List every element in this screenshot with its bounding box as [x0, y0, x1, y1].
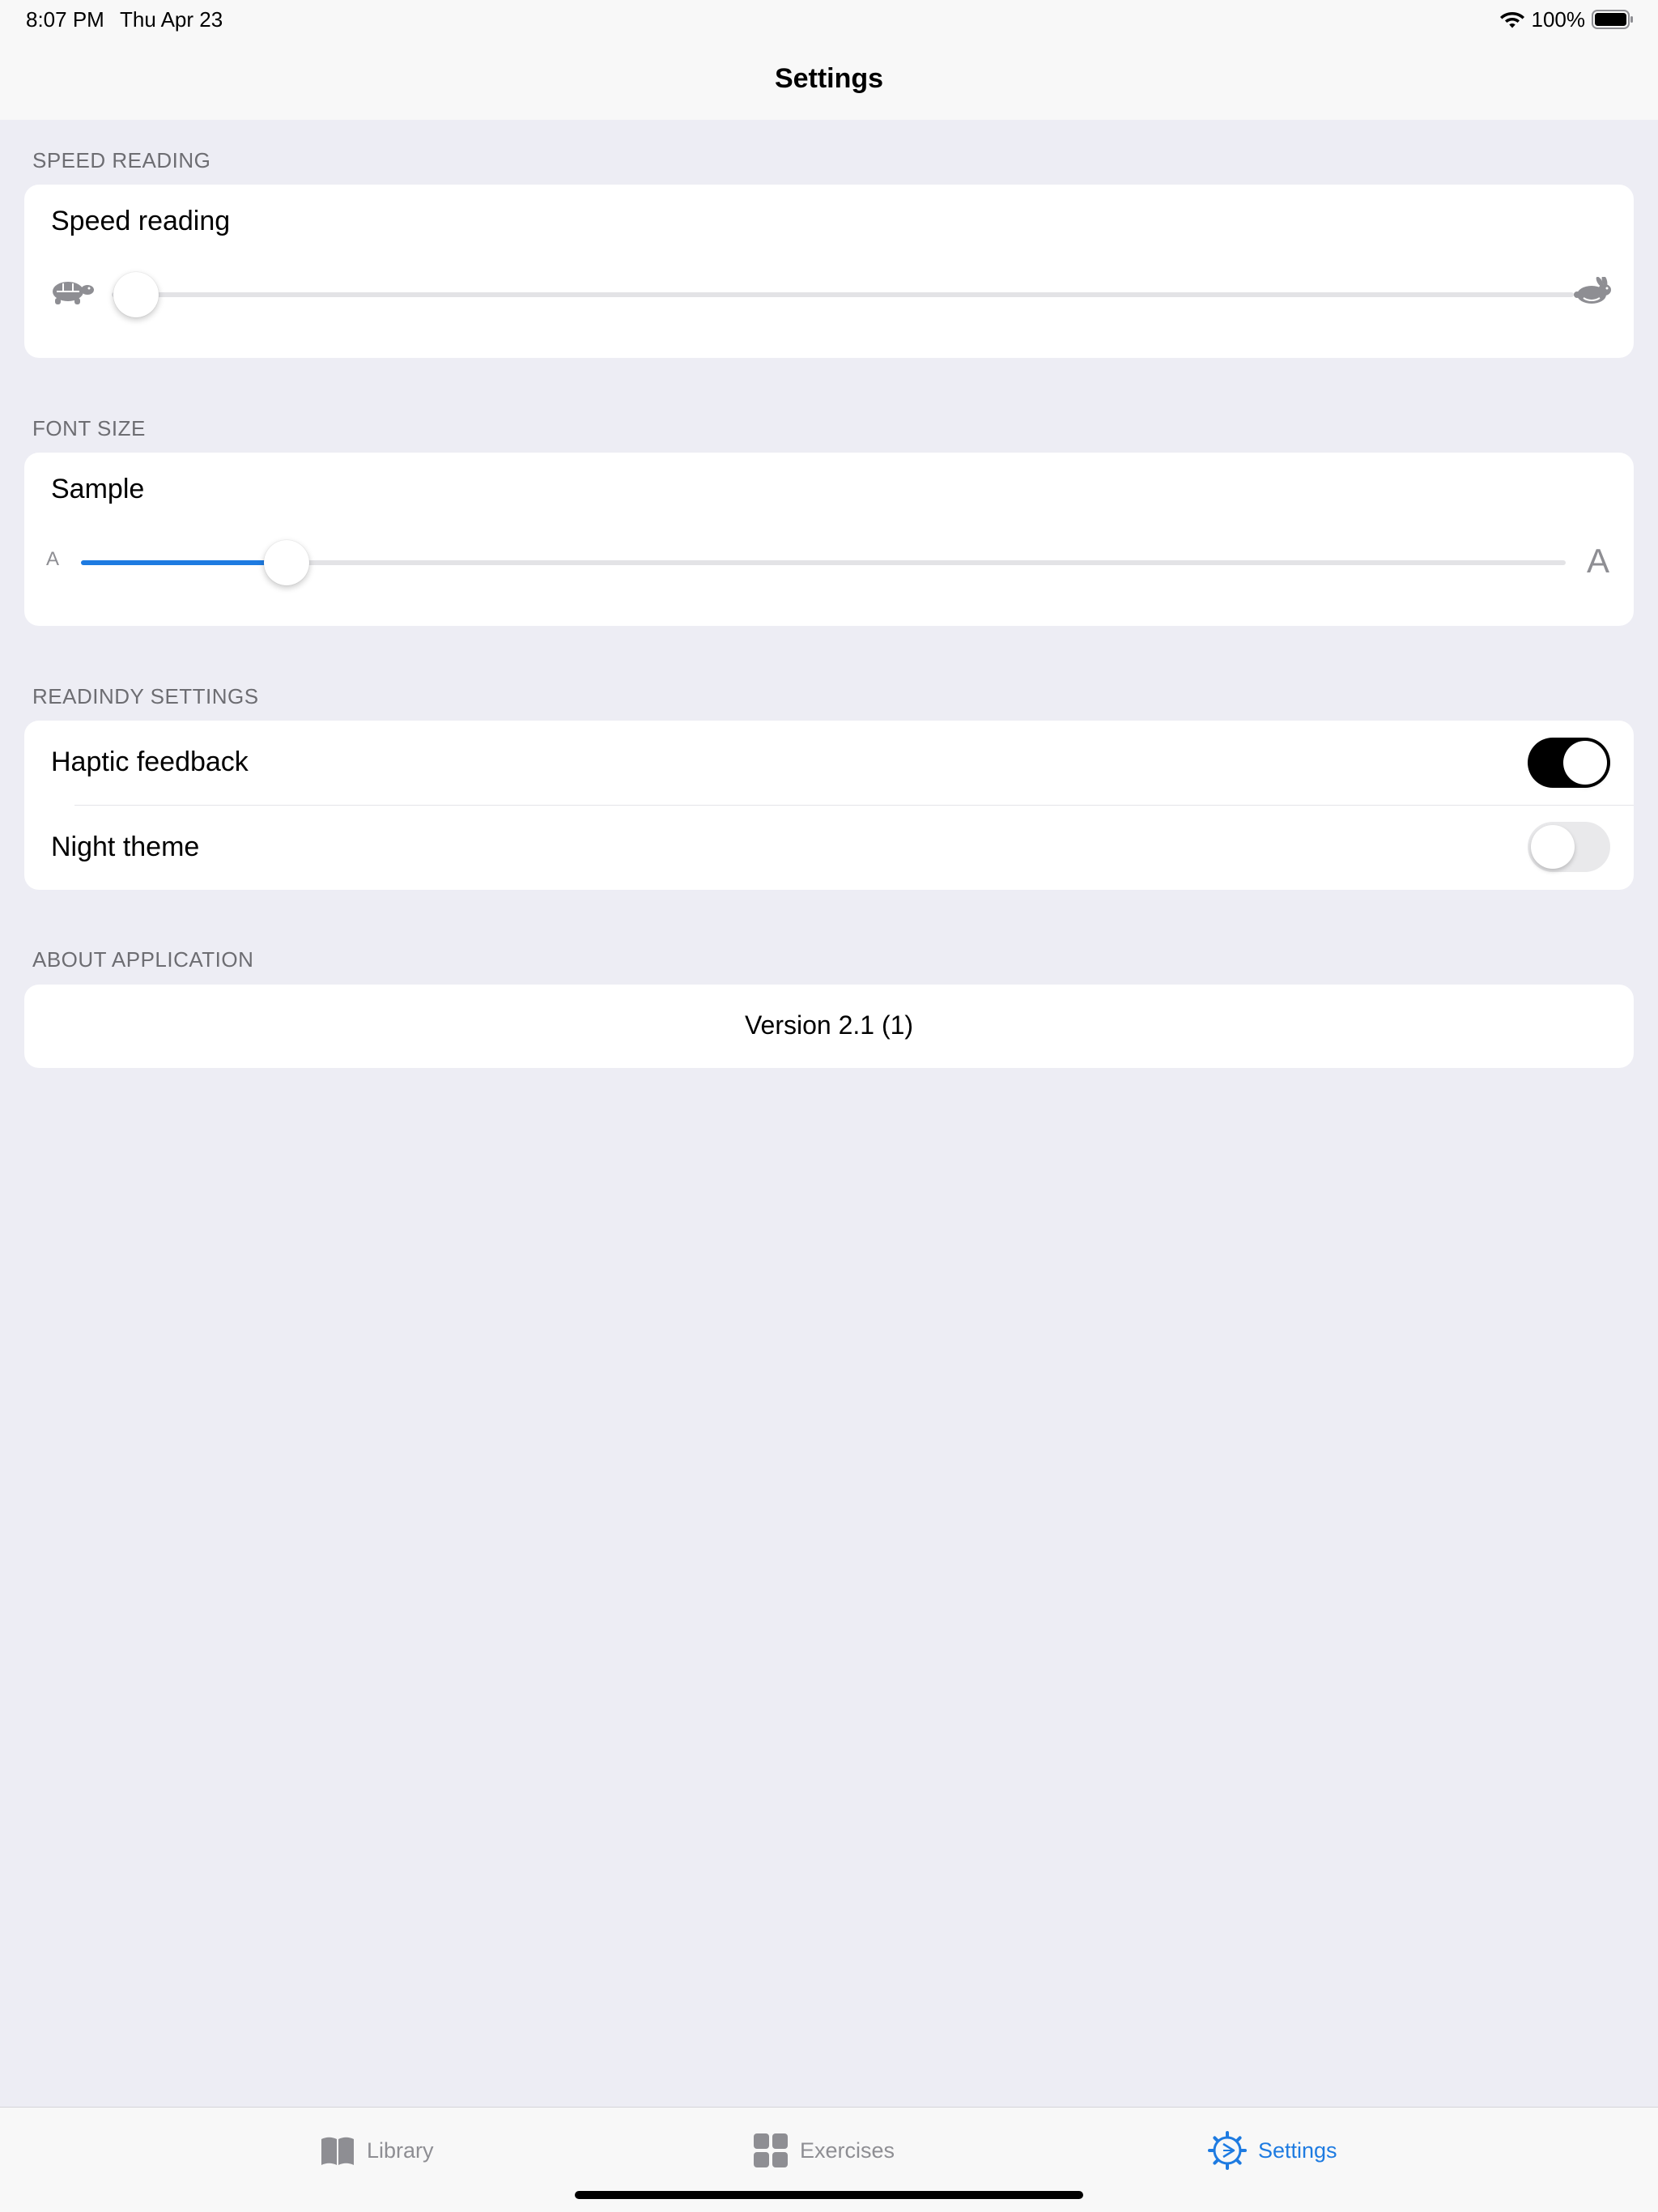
- settings-screen: 8:07 PM Thu Apr 23 100% Settings SPEED R…: [0, 0, 1658, 2212]
- grid-icon: [754, 2133, 788, 2167]
- tab-exercises-label: Exercises: [800, 2138, 895, 2163]
- haptic-feedback-label: Haptic feedback: [51, 747, 249, 777]
- haptic-feedback-toggle[interactable]: [1528, 738, 1610, 788]
- status-indicators: 100%: [1499, 6, 1635, 32]
- speed-reading-card: Speed reading: [24, 185, 1634, 358]
- section-header-about-application: ABOUT APPLICATION: [32, 947, 254, 972]
- gear-icon: [1208, 2131, 1247, 2170]
- status-date: Thu Apr 23: [120, 7, 223, 32]
- night-theme-label: Night theme: [51, 832, 200, 862]
- night-theme-row: Night theme: [24, 806, 1634, 890]
- tab-settings-label: Settings: [1258, 2138, 1337, 2163]
- turtle-icon: [53, 282, 94, 304]
- section-header-readindy-settings: READINDY SETTINGS: [32, 684, 259, 708]
- toggle-knob: [1563, 741, 1607, 785]
- font-size-card: Sample A A: [24, 453, 1634, 626]
- version-label: Version 2.1 (1): [744, 1010, 914, 1040]
- section-header-font-size: FONT SIZE: [32, 416, 146, 440]
- about-card: Version 2.1 (1): [24, 985, 1634, 1068]
- haptic-feedback-row: Haptic feedback: [24, 721, 1634, 805]
- status-bar: 8:07 PM Thu Apr 23 100%: [0, 0, 1658, 39]
- battery-percentage: 100%: [1531, 6, 1586, 32]
- font-sample-label: Sample: [51, 474, 145, 504]
- font-size-min-label: A: [46, 548, 60, 570]
- speed-reading-label: Speed reading: [51, 206, 231, 236]
- speed-reading-slider-thumb[interactable]: [113, 272, 159, 317]
- tab-exercises[interactable]: Exercises: [753, 2130, 895, 2171]
- book-icon: [321, 2137, 354, 2165]
- font-size-slider-fill: [81, 560, 287, 565]
- rabbit-icon: [1574, 277, 1611, 304]
- tab-library[interactable]: Library: [320, 2130, 434, 2171]
- home-indicator: [575, 2191, 1083, 2199]
- toggle-knob: [1531, 825, 1575, 869]
- speed-reading-slider-track[interactable]: [112, 292, 1574, 297]
- page-title: Settings: [774, 63, 884, 94]
- navigation-bar: Settings: [0, 39, 1658, 120]
- font-size-slider-thumb[interactable]: [263, 540, 309, 585]
- wifi-icon: [1499, 12, 1524, 28]
- status-time: 8:07 PM: [26, 7, 104, 32]
- tab-settings[interactable]: Settings: [1208, 2130, 1337, 2171]
- readindy-settings-card: Haptic feedback Night theme: [24, 721, 1634, 890]
- font-size-max-label: A: [1587, 542, 1610, 580]
- battery-icon: [1592, 10, 1633, 29]
- tab-library-label: Library: [367, 2138, 434, 2163]
- night-theme-toggle[interactable]: [1528, 822, 1610, 872]
- section-header-speed-reading: SPEED READING: [32, 148, 211, 172]
